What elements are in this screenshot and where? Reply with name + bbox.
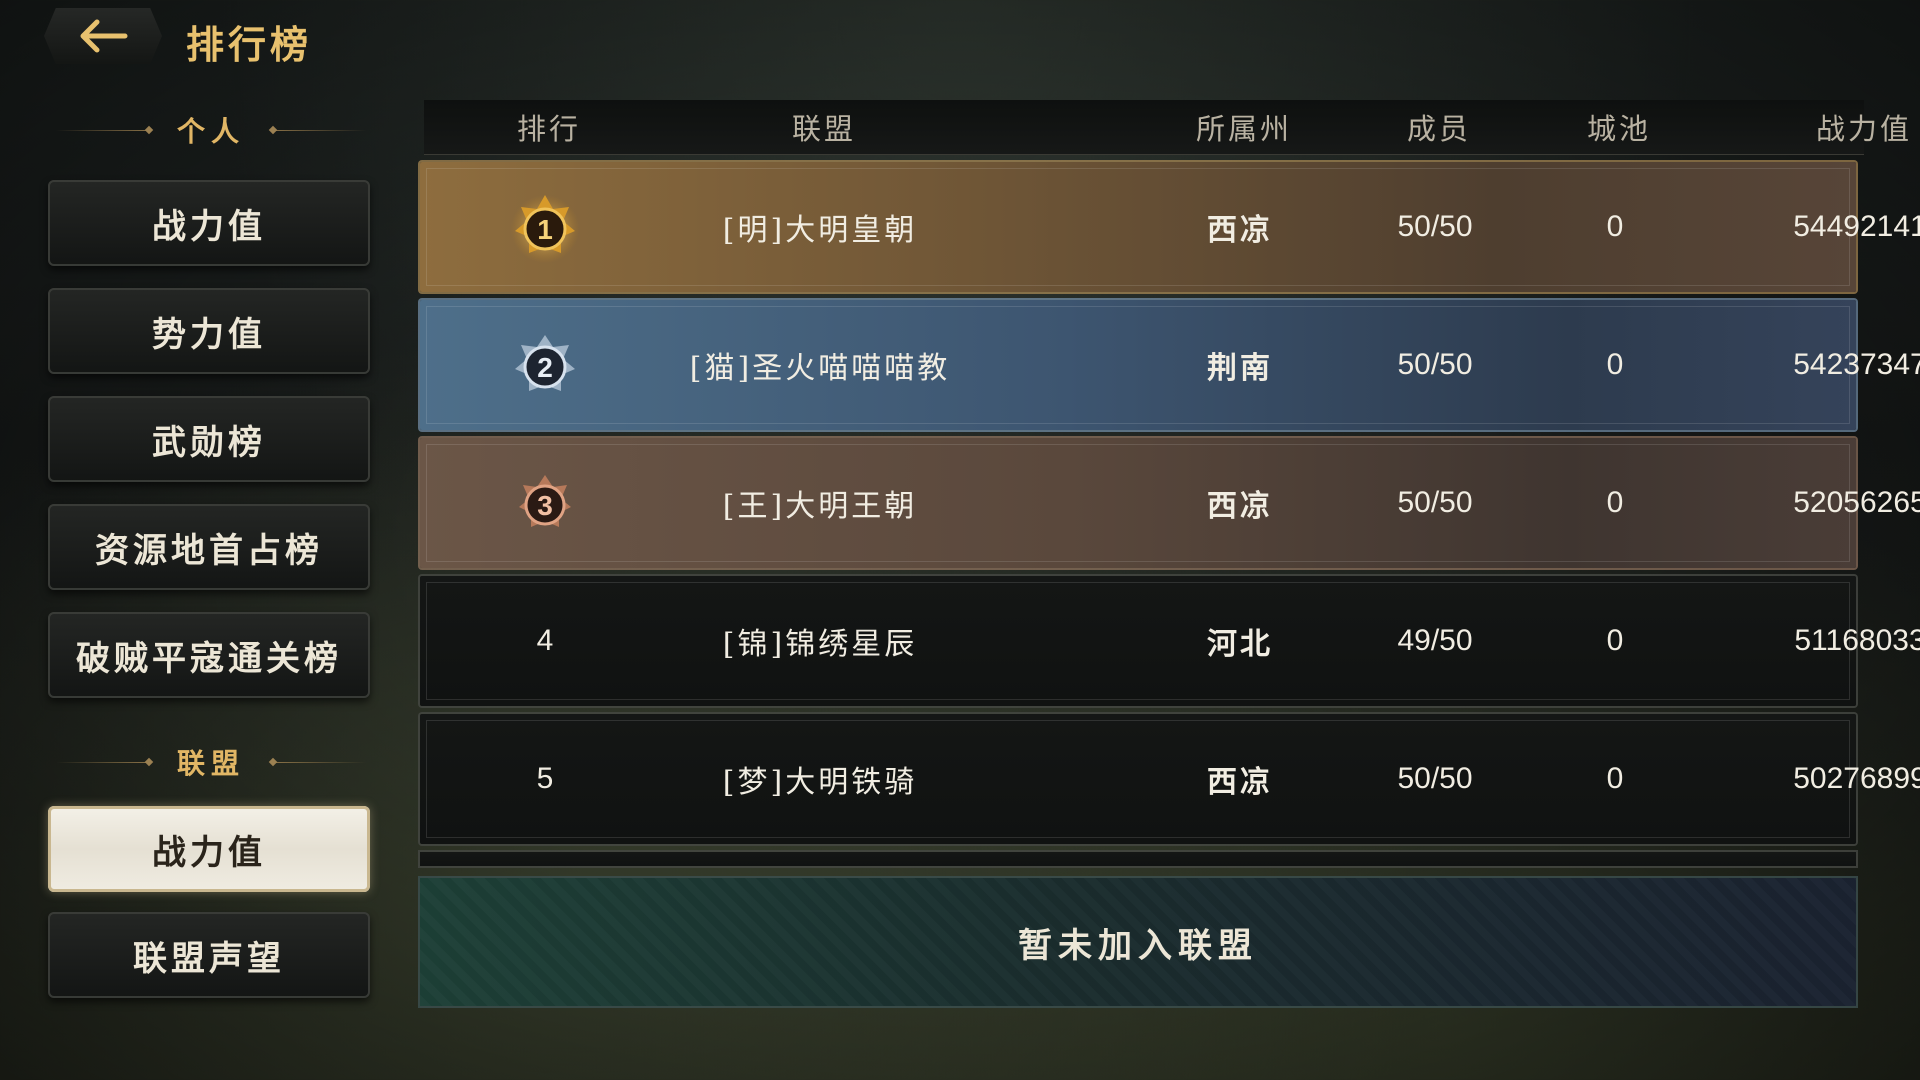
section-label-alliance: 联盟 (52, 742, 370, 782)
table-row[interactable]: 3 [王]大明王朝 西凉 50/50 0 52056265 (420, 438, 1920, 568)
alliance-name: [王]大明王朝 (722, 489, 918, 524)
page-title: 排行榜 (186, 22, 313, 67)
back-arrow-icon (80, 19, 128, 53)
section-label-text: 个人 (176, 115, 245, 148)
power-value: 50276899 (1793, 762, 1920, 795)
table-row[interactable]: 4 [锦]锦绣星辰 河北 49/50 0 51168033 (420, 576, 1920, 706)
sidebar-item-alliance-prestige[interactable]: 联盟声望 (48, 912, 370, 998)
column-header-power: 战力值 (1815, 112, 1912, 146)
section-label-personal: 个人 (52, 110, 370, 150)
sidebar-item-alliance-power[interactable]: 战力值 (48, 806, 370, 892)
table-row-partial (420, 852, 1856, 866)
power-value: 52056265 (1793, 486, 1920, 519)
table-row[interactable]: 2 [猫]圣火喵喵喵教 荆南 50/50 0 54237347 (420, 300, 1920, 430)
table-row[interactable]: 5 [梦]大明铁骑 西凉 50/50 0 50276899 (420, 714, 1920, 844)
svg-text:2: 2 (537, 352, 553, 383)
gold-medal-icon: 1 (509, 191, 581, 263)
table-header: 排行 联盟 所属州 成员 城池 战力值 (424, 100, 1909, 155)
power-value: 54237347 (1793, 348, 1920, 381)
alliance-name: [梦]大明铁骑 (722, 765, 918, 800)
sidebar-item-merit-rank[interactable]: 武勋榜 (48, 396, 370, 482)
power-value: 51168033 (1794, 624, 1920, 657)
sidebar-item-resource-first-capture[interactable]: 资源地首占榜 (48, 504, 370, 590)
table-row[interactable]: 1 [明]大明皇朝 西凉 50/50 0 54492141 (420, 162, 1920, 292)
silver-medal-icon: 2 (509, 329, 581, 401)
svg-text:1: 1 (537, 214, 553, 245)
power-value: 54492141 (1793, 210, 1920, 243)
sidebar-item-personal-power[interactable]: 战力值 (48, 180, 370, 266)
back-button[interactable] (44, 8, 162, 64)
column-header-alliance: 联盟 (791, 112, 856, 146)
bronze-medal-icon: 3 (509, 467, 581, 539)
sidebar-item-personal-influence[interactable]: 势力值 (48, 288, 370, 374)
alliance-name: [猫]圣火喵喵喵教 (689, 351, 951, 386)
alliance-name: [明]大明皇朝 (722, 213, 918, 248)
sidebar-item-bandit-clear-rank[interactable]: 破贼平寇通关榜 (48, 612, 370, 698)
alliance-name: [锦]锦绣星辰 (722, 627, 918, 662)
svg-text:3: 3 (537, 490, 553, 521)
section-label-text: 联盟 (176, 747, 245, 780)
my-alliance-bar[interactable]: 暂未加入联盟 (420, 878, 1856, 1006)
